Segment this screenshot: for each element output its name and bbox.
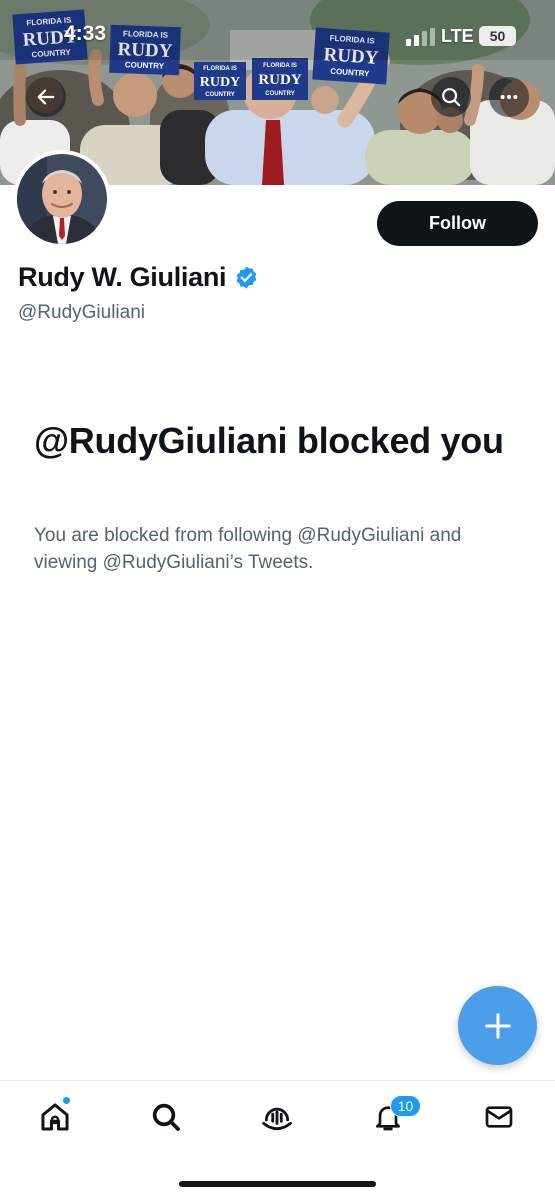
plus-icon (484, 1012, 511, 1039)
signal-icon (406, 28, 435, 46)
profile-avatar[interactable] (13, 150, 111, 248)
search-icon (152, 1103, 180, 1131)
status-bar: 4:33 LTE 50 (0, 0, 555, 60)
notifications-badge: 10 (390, 1095, 421, 1117)
carrier-label: LTE (441, 26, 474, 46)
mail-icon (485, 1106, 513, 1128)
search-button[interactable] (431, 77, 471, 117)
tab-explore[interactable] (138, 1095, 194, 1139)
sign-3-top: FLORIDA IS (203, 66, 237, 72)
tab-home[interactable] (27, 1095, 83, 1139)
blocked-heading: @RudyGiuliani blocked you (34, 420, 504, 461)
compose-tweet-button[interactable] (458, 986, 537, 1065)
battery-icon: 50 (479, 26, 516, 46)
avatar-photo (17, 154, 107, 244)
sign-4-bottom: COUNTRY (265, 91, 294, 97)
tab-notifications[interactable]: 10 (360, 1095, 421, 1139)
blocked-description: You are blocked from following @RudyGiul… (34, 525, 462, 573)
sign-3-bottom: COUNTRY (205, 92, 234, 98)
back-button[interactable] (26, 77, 66, 117)
sign-2-bottom: COUNTRY (125, 60, 165, 70)
back-arrow-icon (37, 89, 55, 105)
follow-button[interactable]: Follow (377, 201, 538, 246)
status-time: 4:33 (64, 22, 107, 45)
sign-3-main: RUDY (200, 75, 240, 90)
spaces-icon (262, 1107, 292, 1131)
profile-handle: @RudyGiuliani (18, 302, 146, 323)
sign-4-top: FLORIDA IS (263, 63, 297, 69)
home-indicator[interactable] (179, 1181, 376, 1187)
home-icon (41, 1103, 69, 1131)
more-options-button[interactable] (489, 77, 529, 117)
tab-messages[interactable] (471, 1095, 527, 1139)
more-icon (500, 94, 518, 100)
tab-spaces[interactable] (249, 1095, 305, 1139)
display-name: Rudy W. Giuliani (18, 262, 227, 292)
search-icon (442, 88, 461, 107)
verified-badge-icon[interactable] (234, 265, 259, 290)
new-content-dot (62, 1096, 71, 1105)
profile-name-row: Rudy W. Giuliani (18, 262, 259, 293)
sign-4-main: RUDY (258, 72, 301, 88)
